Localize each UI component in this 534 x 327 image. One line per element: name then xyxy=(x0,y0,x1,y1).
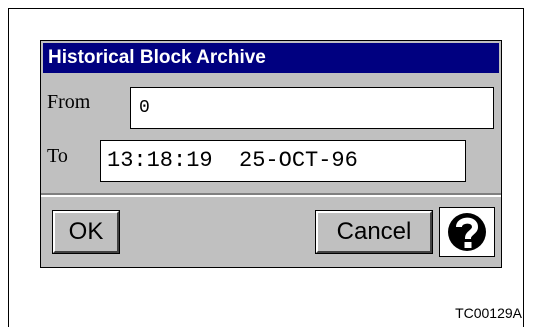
help-button[interactable] xyxy=(439,207,495,257)
historical-block-archive-dialog: Historical Block Archive From 0 To 13:18… xyxy=(40,40,502,268)
dialog-title: Historical Block Archive xyxy=(43,43,499,73)
to-label: To xyxy=(47,145,68,167)
ok-button[interactable]: OK xyxy=(52,210,120,254)
to-field[interactable]: 13:18:19 25-OCT-96 xyxy=(100,140,466,182)
figure-tag: TC00129A xyxy=(455,305,522,321)
cancel-button[interactable]: Cancel xyxy=(315,210,433,254)
question-mark-icon xyxy=(448,213,486,251)
from-label: From xyxy=(47,91,91,113)
from-field[interactable]: 0 xyxy=(130,87,494,129)
separator-highlight xyxy=(41,195,501,197)
